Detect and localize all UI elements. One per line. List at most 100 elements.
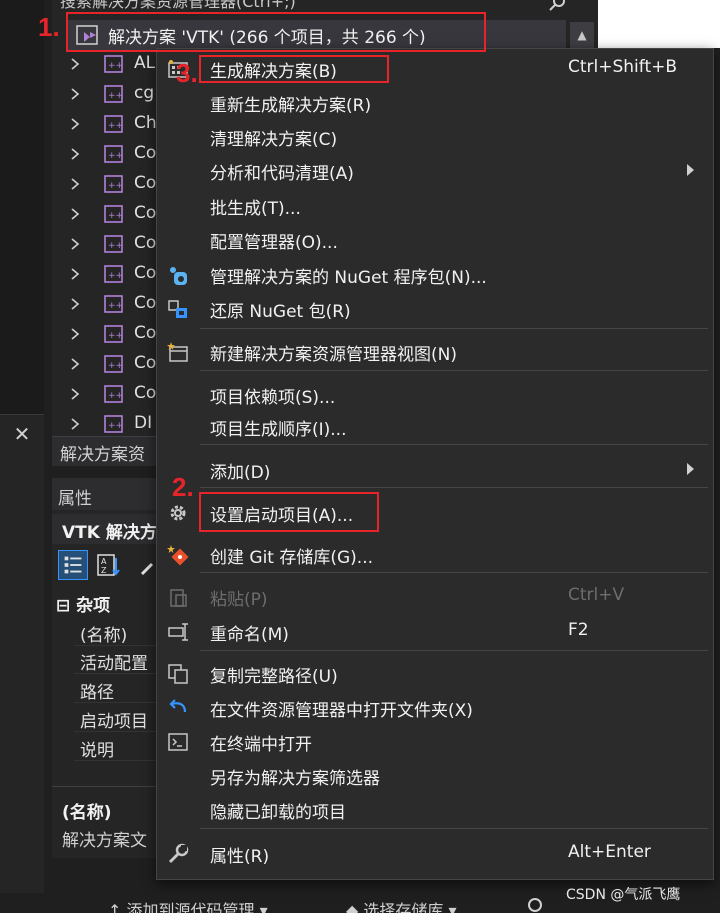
search-icon[interactable] (548, 0, 566, 12)
annotation-box-1 (66, 12, 486, 52)
chevron-right-icon[interactable] (70, 267, 80, 281)
category-label: 杂项 (76, 596, 111, 616)
property-label: 说明 (80, 741, 114, 761)
tree-item[interactable]: ++ Co (52, 140, 162, 170)
menu-item[interactable]: 还原 NuGet 包(R) (157, 292, 713, 324)
svg-text:++: ++ (108, 301, 123, 311)
menu-item[interactable]: 在文件资源管理器中打开文件夹(X) (157, 691, 713, 723)
menu-item[interactable]: 重新生成解决方案(R) (157, 86, 713, 118)
tree-item-label: Ch (134, 113, 157, 133)
submenu-arrow-icon (687, 164, 694, 176)
menu-item[interactable]: 新建解决方案资源管理器视图(N) (157, 335, 713, 367)
menu-item[interactable]: 配置管理器(O)... (157, 223, 713, 255)
menu-item[interactable]: 添加(D) (157, 453, 713, 485)
property-label: 路径 (80, 683, 114, 703)
menu-item[interactable]: 创建 Git 存储库(G)... (157, 538, 713, 570)
properties-category[interactable]: ⊟ 杂项 (56, 591, 110, 616)
chevron-right-icon[interactable] (70, 207, 80, 221)
menu-item[interactable]: 属性(R) Alt+Enter (157, 837, 713, 869)
close-icon[interactable]: ✕ (12, 424, 32, 444)
chevron-right-icon[interactable] (70, 147, 80, 161)
svg-text:++: ++ (108, 61, 123, 71)
menu-item[interactable]: 重命名(M) F2 (157, 615, 713, 647)
menu-item[interactable]: 粘贴(P) Ctrl+V (157, 580, 713, 612)
tree-item[interactable]: ++ Co (52, 230, 162, 260)
chevron-right-icon[interactable] (70, 417, 80, 431)
chevron-right-icon[interactable] (70, 357, 80, 371)
cpp-project-icon: ++ (104, 355, 123, 373)
chevron-right-icon[interactable] (70, 297, 80, 311)
svg-text:++: ++ (108, 181, 123, 191)
svg-text:++: ++ (108, 421, 123, 431)
menu-item[interactable]: 另存为解决方案筛选器 (157, 759, 713, 791)
menu-item-label: 配置管理器(O)... (210, 233, 338, 253)
svg-text:++: ++ (108, 121, 123, 131)
menu-item[interactable]: 批生成(T)... (157, 189, 713, 221)
chevron-right-icon[interactable] (70, 87, 80, 101)
menu-item[interactable]: 隐藏已卸载的项目 (157, 793, 713, 825)
menu-item[interactable]: 项目依赖项(S)... (157, 378, 713, 410)
property-row[interactable]: 启动项目 (74, 704, 162, 732)
select-repository-button[interactable]: ◆ 选择存储库 ▾ (346, 897, 457, 913)
tree-item[interactable]: ++ cg (52, 80, 162, 110)
annotation-number-1: 1. (38, 12, 60, 42)
menu-item[interactable]: 分析和代码清理(A) (157, 154, 713, 186)
solution-explorer-search-input[interactable]: 搜索解决方案资源管理器(Ctrl+;) (52, 0, 598, 12)
property-label: (名称) (80, 626, 128, 646)
property-row[interactable]: 说明 (74, 733, 162, 761)
left-tool-panel (0, 414, 44, 913)
tree-item[interactable]: ++ Co (52, 350, 162, 380)
menu-item[interactable]: 项目生成顺序(I)... (157, 410, 713, 442)
watermark: CSDN @气派飞鹰 (566, 887, 681, 903)
description-text: 解决方案文 (62, 831, 147, 851)
scroll-up-button[interactable]: ▲ (570, 22, 594, 48)
property-row[interactable]: 活动配置 (74, 646, 162, 674)
svg-text:++: ++ (108, 391, 123, 401)
tree-item-label: cg (134, 83, 155, 103)
annotation-box-2 (199, 492, 379, 532)
cpp-project-icon: ++ (104, 265, 123, 283)
tree-item[interactable]: ++ Co (52, 260, 162, 290)
menu-item-label: 项目生成顺序(I)... (210, 420, 347, 440)
notification-icon[interactable] (528, 898, 542, 912)
chevron-right-icon[interactable] (70, 327, 80, 341)
menu-separator (200, 572, 708, 573)
tree-item[interactable]: ++ Ch (52, 110, 162, 140)
menu-item[interactable]: 复制完整路径(U) (157, 657, 713, 689)
tree-item[interactable]: ++ Co (52, 170, 162, 200)
menu-item[interactable]: 管理解决方案的 NuGet 程序包(N)... (157, 258, 713, 290)
solution-explorer-tab-label: 解决方案资 (60, 445, 145, 465)
add-to-source-control-button[interactable]: ↑ 添加到源代码管理 ▾ (108, 897, 268, 913)
tree-item[interactable]: ++ Co (52, 200, 162, 230)
description-title: (名称) (62, 803, 112, 823)
chevron-right-icon[interactable] (70, 117, 80, 131)
cpp-project-icon: ++ (104, 235, 123, 253)
cpp-project-icon: ++ (104, 295, 123, 313)
chevron-right-icon[interactable] (70, 177, 80, 191)
svg-text:++: ++ (108, 331, 123, 341)
alphabetical-icon[interactable]: A Z (94, 550, 124, 580)
tree-item[interactable]: ++ Co (52, 380, 162, 410)
cpp-project-icon: ++ (104, 175, 123, 193)
menu-item-label: 复制完整路径(U) (210, 667, 338, 687)
svg-text:++: ++ (108, 361, 123, 371)
svg-text:Z: Z (101, 566, 107, 575)
property-row[interactable]: (名称) (74, 618, 162, 646)
menu-item[interactable]: 在终端中打开 (157, 725, 713, 757)
properties-title: 属性 (58, 489, 92, 509)
menu-item-label: 分析和代码清理(A) (210, 164, 354, 184)
menu-separator (200, 650, 708, 651)
background-window (598, 0, 720, 48)
chevron-right-icon[interactable] (70, 237, 80, 251)
menu-item-label: 属性(R) (210, 847, 270, 867)
menu-item[interactable]: 清理解决方案(C) (157, 120, 713, 152)
categorized-icon[interactable] (58, 550, 88, 580)
tree-item[interactable]: ++ Co (52, 320, 162, 350)
chevron-right-icon[interactable] (70, 387, 80, 401)
menu-item-label: 在终端中打开 (210, 735, 312, 755)
cpp-project-icon: ++ (104, 55, 123, 73)
tree-item[interactable]: ++ AL (52, 50, 162, 80)
chevron-right-icon[interactable] (70, 57, 80, 71)
property-row[interactable]: 路径 (74, 675, 162, 703)
tree-item[interactable]: ++ Co (52, 290, 162, 320)
